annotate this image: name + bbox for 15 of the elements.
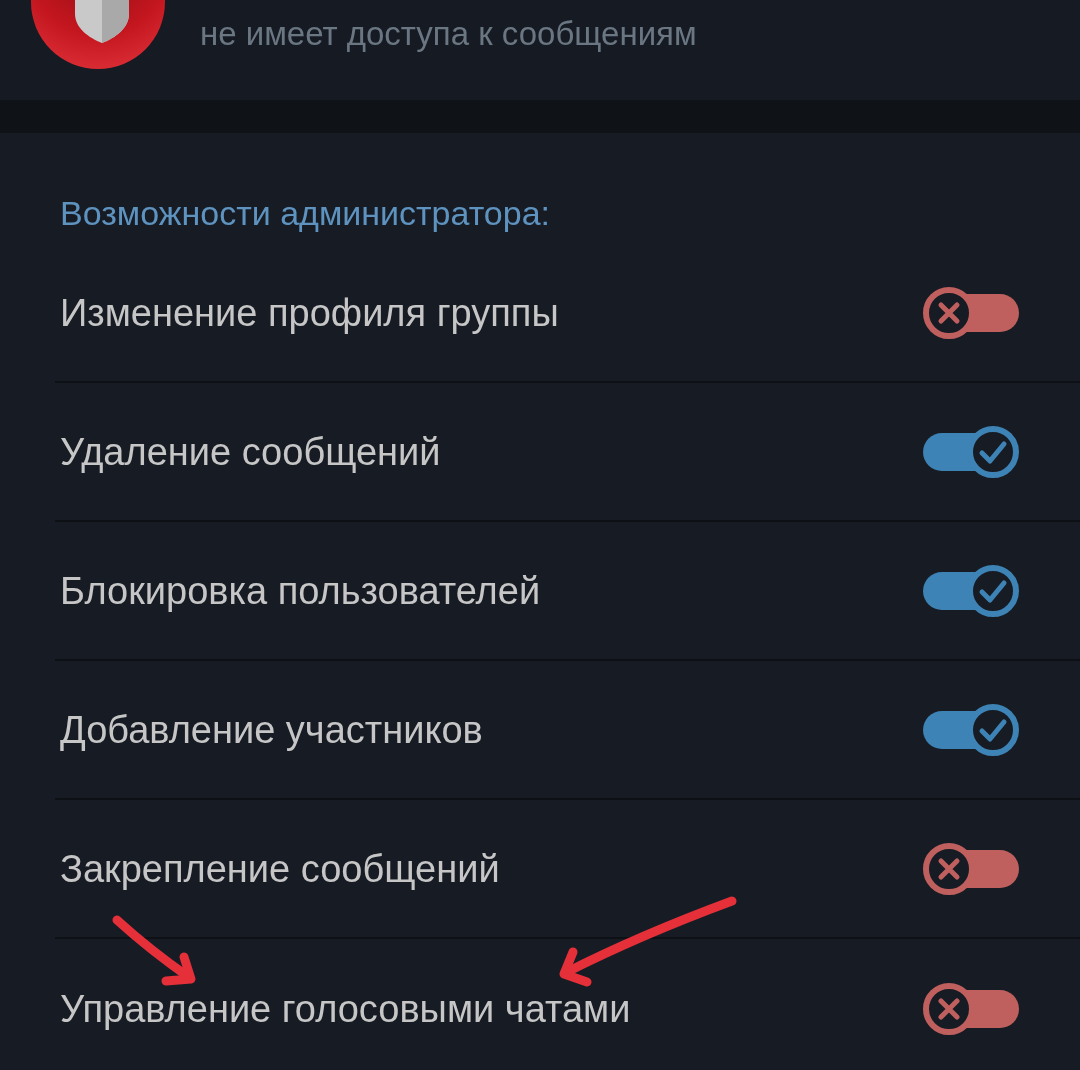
toggle-switch[interactable]	[923, 981, 1019, 1036]
toggle-switch[interactable]	[923, 841, 1019, 896]
subtitle-text: не имеет доступа к сообщениям	[200, 14, 697, 54]
permission-label: Изменение профиля группы	[60, 290, 559, 336]
permission-label: Блокировка пользователей	[60, 568, 541, 614]
toggle-switch[interactable]	[923, 285, 1019, 340]
section-title: Возможности администратора:	[60, 193, 551, 233]
permission-label: Удаление сообщений	[60, 429, 441, 475]
shield-avatar-icon	[31, 0, 165, 70]
permission-label: Управление голосовыми чатами	[60, 986, 631, 1032]
toggle-switch[interactable]	[923, 424, 1019, 479]
toggle-switch[interactable]	[923, 563, 1019, 618]
permission-label: Добавление участников	[60, 707, 483, 753]
permission-label: Закрепление сообщений	[60, 846, 500, 892]
toggle-switch[interactable]	[923, 702, 1019, 757]
